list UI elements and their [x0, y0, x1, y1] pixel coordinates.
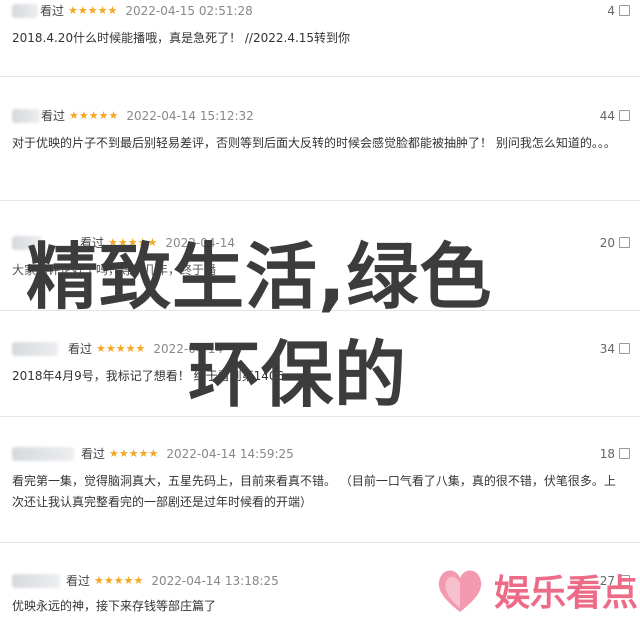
vote-count: 18: [599, 447, 615, 461]
divider: [0, 542, 640, 543]
review-meta: 看过 ★★★★★ 2022-04-14 14:59:25: [81, 443, 294, 465]
useful-votes[interactable]: 4: [607, 0, 630, 22]
vote-icon[interactable]: [619, 5, 630, 16]
avatar[interactable]: [12, 574, 60, 588]
vote-count: 20: [599, 236, 615, 250]
review-content: 看完第一集，觉得脑洞真大，五星先码上，目前来看真不错。 （目前一口气看了八集，真…: [12, 474, 616, 509]
vote-count: 34: [599, 342, 615, 356]
rating-stars: ★★★★★: [96, 342, 146, 355]
rating-stars: ★★★★★: [69, 109, 119, 122]
rating-stars: ★★★★★: [68, 4, 118, 17]
review-status: 看过: [66, 574, 91, 588]
heart-icon: [434, 564, 486, 616]
review-meta: 看过 ★★★★★ 2022-04-15 02:51:28: [40, 0, 253, 22]
watermark-logo: 娱乐看点: [434, 562, 638, 618]
review-status: 看过: [40, 4, 65, 18]
review-time: 2022-04-14 14:59:25: [166, 447, 294, 461]
review-time: 2022-04-14 15:12:32: [126, 109, 254, 123]
overlay-headline-line2: 环保的: [188, 333, 408, 417]
avatar[interactable]: [12, 342, 58, 356]
avatar[interactable]: [12, 109, 40, 123]
watermark-text: 娱乐看点: [494, 573, 639, 614]
vote-count: 4: [607, 4, 615, 18]
vote-icon[interactable]: [619, 237, 630, 248]
review-meta: 看过 ★★★★★ 2022-04-14 13:18:25: [66, 570, 279, 592]
vote-icon[interactable]: [619, 448, 630, 459]
avatar[interactable]: [12, 447, 74, 461]
vote-icon[interactable]: [619, 343, 630, 354]
useful-votes[interactable]: 20: [600, 232, 630, 254]
useful-votes[interactable]: 34: [600, 338, 630, 360]
rating-stars: ★★★★★: [109, 447, 159, 460]
review-time: 2022-04-14 13:18:25: [151, 574, 279, 588]
review-status: 看过: [81, 447, 106, 461]
rating-stars: ★★★★★: [94, 574, 144, 587]
review-meta: 看过 ★★★★★ 2022-04-14 15:12:32: [41, 105, 254, 127]
review-content: 2018.4.20什么时候能播哦，真是急死了！ //2022.4.15转到你: [12, 31, 351, 45]
useful-votes[interactable]: 44: [600, 105, 630, 127]
divider: [0, 200, 640, 201]
vote-icon[interactable]: [619, 110, 630, 121]
overlay-headline-line1: 精致生活,绿色: [26, 235, 493, 319]
vote-count: 44: [599, 109, 615, 123]
useful-votes[interactable]: 18: [600, 443, 630, 465]
avatar[interactable]: [12, 4, 38, 18]
divider: [0, 76, 640, 77]
review-content: 对于优映的片子不到最后别轻易差评，否则等到后面大反转的时候会感觉脸都能被抽肿了！…: [12, 136, 616, 150]
review-status: 看过: [68, 342, 93, 356]
review-time: 2022-04-15 02:51:28: [125, 4, 253, 18]
review-status: 看过: [41, 109, 66, 123]
